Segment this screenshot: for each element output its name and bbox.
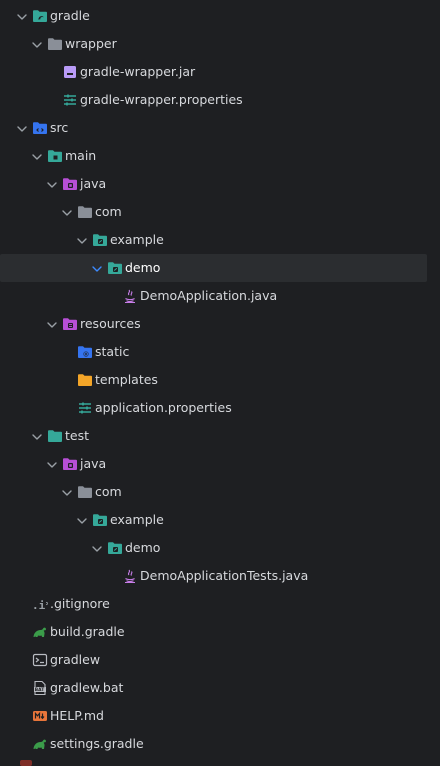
svg-text:BAT: BAT [35, 687, 44, 693]
tree-item-gradle[interactable]: gradle [0, 2, 427, 30]
tree-item-label: com [95, 204, 122, 219]
tree-item-gradle-wrapper-jar[interactable]: gradle-wrapper.jar [0, 58, 427, 86]
tree-item-label: gradlew.bat [50, 680, 124, 695]
tree-item-label: static [95, 344, 130, 359]
tree-item-demo[interactable]: demo [0, 254, 427, 282]
chevron-down-icon[interactable] [46, 170, 58, 198]
folder-icon [77, 198, 93, 226]
properties-icon [77, 394, 93, 422]
tree-item-label: build.gradle [50, 624, 125, 639]
gitignore-icon: .i* [32, 590, 48, 618]
folder-src-icon [32, 114, 48, 142]
project-tree: gradle wrapper gradle-wrapper.jar gradle-wr… [0, 0, 440, 766]
tree-item-label: resources [80, 316, 141, 331]
folder-test-icon [47, 422, 63, 450]
tree-item-static[interactable]: static [0, 338, 427, 366]
tree-item-label: .gitignore [50, 596, 110, 611]
chevron-down-icon[interactable] [16, 114, 28, 142]
folder-java-source-icon [62, 450, 78, 478]
chevron-down-icon[interactable] [46, 310, 58, 338]
chevron-down-icon[interactable] [31, 422, 43, 450]
tree-item-label: example [110, 232, 164, 247]
folder-icon [77, 478, 93, 506]
folder-web-icon [77, 338, 93, 366]
tree-item-label: application.properties [95, 400, 232, 415]
tree-item-label: wrapper [65, 36, 117, 51]
tree-item-label: DemoApplicationTests.java [140, 568, 309, 583]
package-icon [92, 226, 108, 254]
package-icon [107, 254, 123, 282]
tree-item-com[interactable]: com [0, 198, 427, 226]
jar-icon [62, 58, 78, 86]
tree-item-main[interactable]: main [0, 142, 427, 170]
chevron-down-icon[interactable] [76, 226, 88, 254]
tree-item-label: gradle [50, 8, 90, 23]
folder-icon [47, 30, 63, 58]
chevron-down-icon[interactable] [31, 142, 43, 170]
tree-item-templates[interactable]: templates [0, 366, 427, 394]
tree-item-label: HELP.md [50, 708, 104, 723]
chevron-down-icon[interactable] [61, 478, 73, 506]
tree-item-label: gradle-wrapper.properties [80, 92, 243, 107]
gradle-icon [32, 618, 48, 646]
tree-item-demo[interactable]: demo [0, 534, 427, 562]
tree-item-test[interactable]: test [0, 422, 427, 450]
tree-item-label: DemoApplication.java [140, 288, 278, 303]
tree-item-src[interactable]: src [0, 114, 427, 142]
folder-java-source-icon [62, 170, 78, 198]
bat-file-icon: BAT [32, 674, 48, 702]
tree-item-example[interactable]: example [0, 506, 427, 534]
gradle-icon [32, 730, 48, 758]
tree-item-label: settings.gradle [50, 736, 144, 751]
chevron-down-icon[interactable] [16, 2, 28, 30]
tree-item-label: gradlew [50, 652, 101, 667]
chevron-down-icon[interactable] [61, 198, 73, 226]
chevron-down-icon[interactable] [91, 254, 103, 282]
svg-text:.i*: .i* [32, 599, 48, 612]
tree-item-demoapplicationtests-java[interactable]: DemoApplicationTests.java [0, 562, 427, 590]
tree-item-com[interactable]: com [0, 478, 427, 506]
tree-item-label: demo [125, 540, 161, 555]
markdown-icon [32, 702, 48, 730]
tree-item-label: demo [125, 260, 161, 275]
tree-item-label: test [65, 428, 90, 443]
tree-item-example[interactable]: example [0, 226, 427, 254]
folder-gradle-icon [32, 2, 48, 30]
next-item-edge [20, 760, 32, 766]
package-icon [92, 506, 108, 534]
tree-item-application-properties[interactable]: application.properties [0, 394, 427, 422]
tree-item-label: templates [95, 372, 158, 387]
folder-module-icon [47, 142, 63, 170]
tree-item-java[interactable]: java [0, 450, 427, 478]
java-class-icon [122, 282, 138, 310]
tree-item-label: gradle-wrapper.jar [80, 64, 196, 79]
tree-item-label: main [65, 148, 97, 163]
tree-item-build-gradle[interactable]: build.gradle [0, 618, 427, 646]
package-icon [107, 534, 123, 562]
tree-item-label: example [110, 512, 164, 527]
chevron-down-icon[interactable] [31, 30, 43, 58]
tree-item-wrapper[interactable]: wrapper [0, 30, 427, 58]
tree-item-label: com [95, 484, 122, 499]
tree-item-label: src [50, 120, 69, 135]
java-class-icon [122, 562, 138, 590]
tree-item-gradle-wrapper-properties[interactable]: gradle-wrapper.properties [0, 86, 427, 114]
tree-item-label: java [80, 176, 107, 191]
tree-item-settings-gradle[interactable]: settings.gradle [0, 730, 427, 758]
terminal-icon [32, 646, 48, 674]
chevron-down-icon[interactable] [46, 450, 58, 478]
tree-item-gradlew-bat[interactable]: BAT gradlew.bat [0, 674, 427, 702]
tree-item-help-md[interactable]: HELP.md [0, 702, 427, 730]
chevron-down-icon[interactable] [91, 534, 103, 562]
properties-icon [62, 86, 78, 114]
chevron-down-icon[interactable] [76, 506, 88, 534]
tree-item-gradlew[interactable]: gradlew [0, 646, 427, 674]
tree-item-demoapplication-java[interactable]: DemoApplication.java [0, 282, 427, 310]
folder-resources-icon [62, 310, 78, 338]
tree-item-resources[interactable]: resources [0, 310, 427, 338]
tree-item-java[interactable]: java [0, 170, 427, 198]
tree-item-label: java [80, 456, 107, 471]
folder-templates-icon [77, 366, 93, 394]
tree-item-gitignore[interactable]: .i*.gitignore [0, 590, 427, 618]
